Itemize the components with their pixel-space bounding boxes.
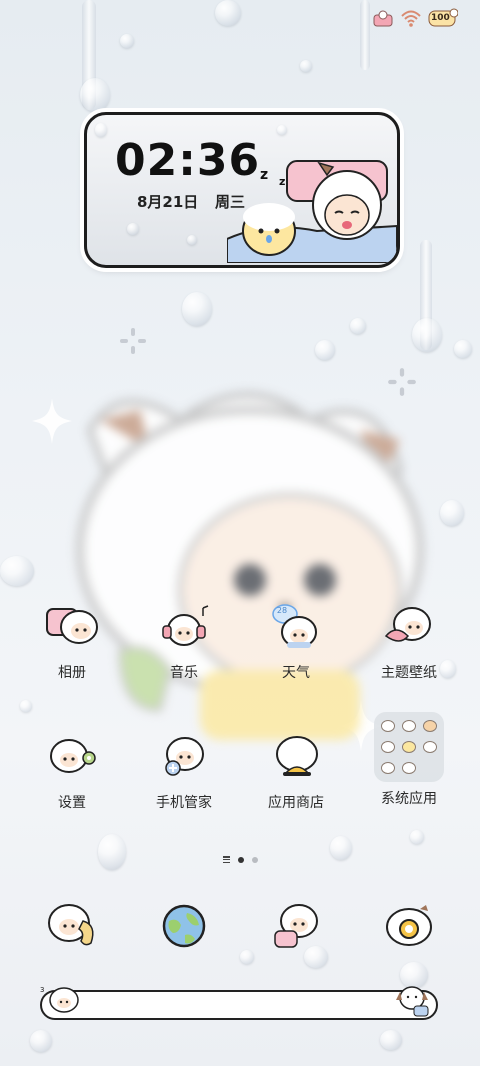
sleeping-sheep-illustration xyxy=(227,160,397,263)
app-settings[interactable]: 设置 xyxy=(22,726,122,812)
water-drop xyxy=(454,340,472,358)
mini-app-icon xyxy=(422,740,437,753)
phone-icon xyxy=(40,896,104,956)
search-bar[interactable]: 3 xyxy=(40,986,438,1020)
weather-badge-temperature: 28 xyxy=(276,605,288,615)
water-drop xyxy=(30,1030,52,1052)
app-label: 天气 xyxy=(282,665,310,681)
page-menu-icon[interactable] xyxy=(222,856,230,863)
app-label: 系统应用 xyxy=(381,791,437,807)
app-store-icon xyxy=(264,726,328,786)
water-drop xyxy=(187,235,197,245)
app-system-apps-folder[interactable]: 系统应用 xyxy=(359,712,459,808)
wallpaper-sheep-illustration xyxy=(76,392,424,740)
water-drop xyxy=(98,834,126,870)
dock-phone[interactable] xyxy=(22,896,122,956)
search-dog-icon xyxy=(396,986,429,1017)
search-sheep-icon: 3 xyxy=(40,986,79,1013)
notification-icon xyxy=(373,10,393,27)
app-label: 手机管家 xyxy=(156,795,212,811)
phone-manager-icon xyxy=(152,726,216,786)
water-drop xyxy=(410,830,424,844)
mini-app-icon xyxy=(401,720,416,733)
water-drop xyxy=(300,60,312,72)
weather-icon: 28 xyxy=(264,596,328,656)
wifi-icon xyxy=(401,10,421,27)
water-drop xyxy=(277,125,287,135)
mini-app-icon xyxy=(381,761,396,774)
water-drop xyxy=(127,223,139,235)
app-label: 相册 xyxy=(58,665,86,681)
clock-date: 8月21日 xyxy=(137,193,199,211)
browser-globe-icon xyxy=(152,896,216,956)
water-drop xyxy=(182,292,212,326)
water-drop xyxy=(0,556,34,586)
water-drop xyxy=(215,0,241,26)
settings-icon xyxy=(40,726,104,786)
dock-browser[interactable] xyxy=(134,896,234,956)
app-label: 应用商店 xyxy=(268,795,324,811)
app-weather[interactable]: 28 天气 xyxy=(246,596,346,682)
music-icon xyxy=(152,596,216,656)
clock-widget[interactable]: 02:36 8月21日 周三 z z xyxy=(84,112,400,268)
water-drop xyxy=(350,318,366,334)
messages-icon xyxy=(264,896,328,956)
battery-icon: 100 xyxy=(428,8,459,28)
page-dot-1[interactable] xyxy=(237,856,244,863)
water-drop xyxy=(20,700,32,712)
water-drop xyxy=(120,34,134,48)
dock-messages[interactable] xyxy=(246,896,346,956)
water-drop xyxy=(95,123,107,137)
sparkle-icon xyxy=(120,328,146,354)
photo-album-icon xyxy=(40,596,104,656)
mini-app-icon xyxy=(381,720,396,733)
theme-wallpaper-icon xyxy=(377,596,441,656)
app-theme-wallpaper[interactable]: 主题壁纸 xyxy=(359,596,459,682)
app-label: 主题壁纸 xyxy=(381,665,437,681)
app-music[interactable]: 音乐 xyxy=(134,596,234,682)
mini-app-icon xyxy=(401,761,416,774)
camera-icon xyxy=(377,896,441,956)
water-drop xyxy=(412,318,442,352)
dock-camera[interactable] xyxy=(359,896,459,956)
water-drop xyxy=(380,1030,402,1050)
battery-level-text: 100 xyxy=(431,13,450,23)
water-drop xyxy=(80,78,110,112)
status-bar: 100 xyxy=(372,8,459,28)
mini-app-icon xyxy=(381,740,396,753)
app-phone-manager[interactable]: 手机管家 xyxy=(134,726,234,812)
app-label: 音乐 xyxy=(170,665,198,681)
mini-app-icon xyxy=(401,740,416,753)
mini-app-icon xyxy=(422,720,437,733)
app-app-store[interactable]: 应用商店 xyxy=(246,726,346,812)
svg-text:3: 3 xyxy=(40,986,44,994)
system-apps-folder-icon xyxy=(374,712,444,782)
page-dot-2[interactable] xyxy=(251,856,258,863)
water-drop xyxy=(315,340,335,360)
app-label: 设置 xyxy=(58,795,86,811)
page-indicator[interactable] xyxy=(0,856,480,863)
app-photo-album[interactable]: 相册 xyxy=(22,596,122,682)
rain-streak xyxy=(360,0,370,70)
water-drop xyxy=(440,500,464,526)
